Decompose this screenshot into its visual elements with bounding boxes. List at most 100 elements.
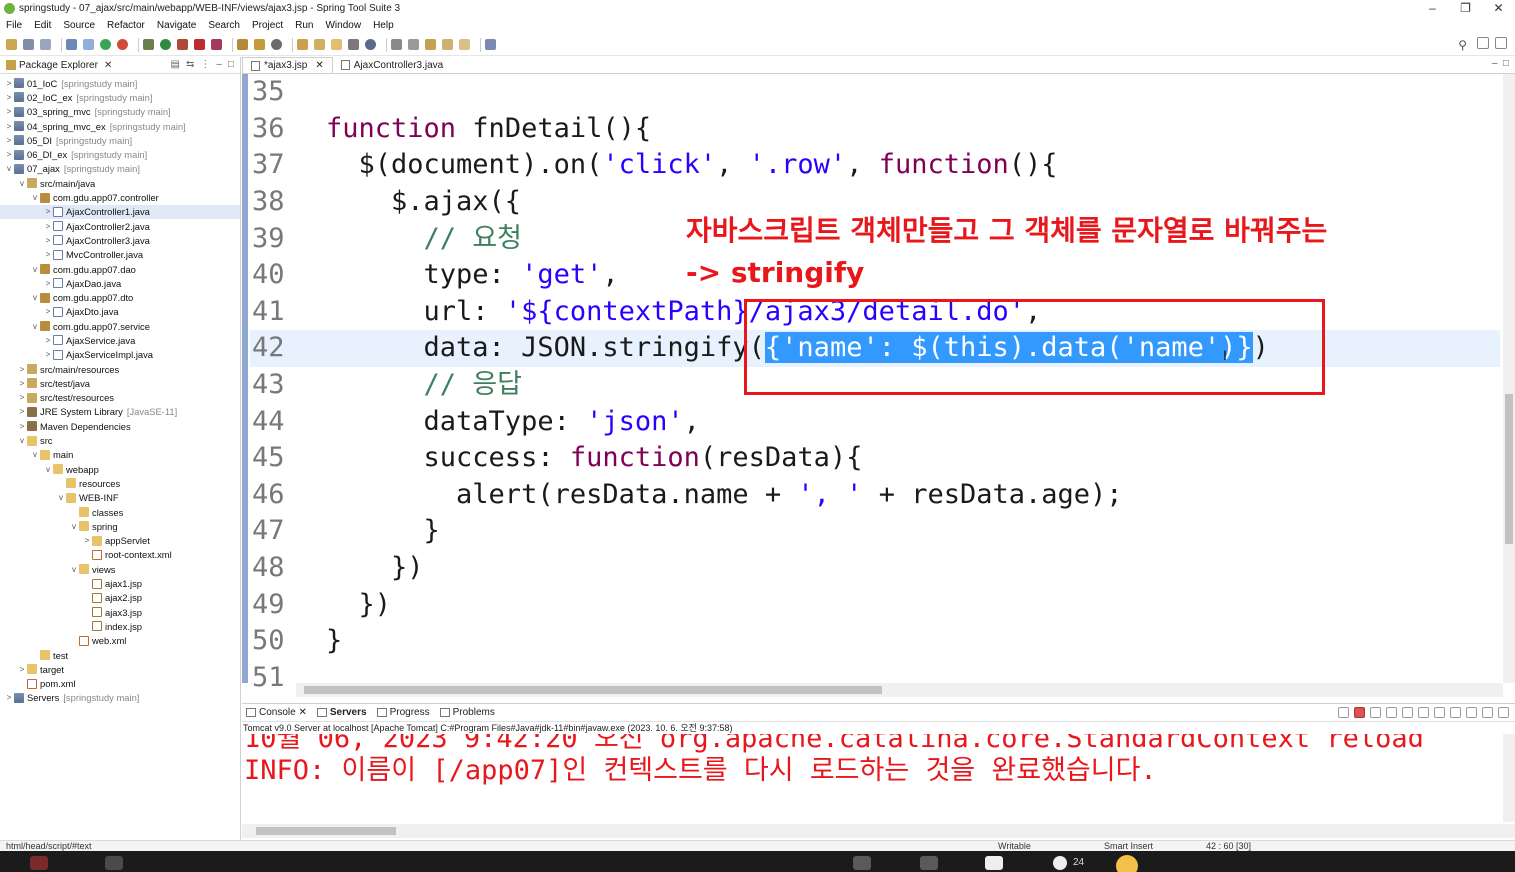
minimize-view-icon[interactable]: – (216, 59, 222, 70)
back-icon[interactable] (442, 39, 453, 50)
collapsed-chevron-icon[interactable]: > (4, 93, 14, 102)
collapsed-chevron-icon[interactable]: > (43, 279, 53, 288)
new-icon[interactable] (6, 39, 17, 50)
tree-item[interactable]: > AjaxDto.java (0, 305, 240, 319)
coverage-icon[interactable] (211, 39, 222, 50)
tab-problems[interactable]: Problems (439, 707, 495, 718)
expanded-chevron-icon[interactable]: v (30, 193, 40, 202)
tree-item[interactable]: >02_IoC_ex [springstudy main] (0, 90, 240, 104)
view-menu-icon[interactable] (1498, 707, 1509, 718)
terminal-icon[interactable] (66, 39, 77, 50)
expanded-chevron-icon[interactable]: v (17, 179, 27, 188)
menu-run[interactable]: Run (295, 20, 313, 31)
scroll-thumb[interactable] (304, 686, 882, 694)
tree-item[interactable]: v views (0, 562, 240, 576)
word-wrap-icon[interactable] (1402, 707, 1413, 718)
collapsed-chevron-icon[interactable]: > (4, 107, 14, 116)
next-annotation-icon[interactable] (391, 39, 402, 50)
expanded-chevron-icon[interactable]: v (69, 565, 79, 574)
chat-icon[interactable] (985, 856, 1003, 870)
collapsed-chevron-icon[interactable]: > (43, 236, 53, 245)
last-edit-icon[interactable] (425, 39, 436, 50)
collapsed-chevron-icon[interactable]: > (17, 407, 27, 416)
collapsed-chevron-icon[interactable]: > (17, 422, 27, 431)
open-perspective-icon[interactable] (1477, 37, 1489, 49)
tree-item[interactable]: v com.gdu.app07.dto (0, 290, 240, 304)
tree-item[interactable]: ajax1.jsp (0, 576, 240, 590)
collapsed-chevron-icon[interactable]: > (4, 693, 14, 702)
expanded-chevron-icon[interactable]: v (17, 436, 27, 445)
collapsed-chevron-icon[interactable]: > (82, 536, 92, 545)
tree-item[interactable]: v com.gdu.app07.service (0, 319, 240, 333)
maximize-view-icon[interactable]: □ (228, 59, 234, 70)
menu-project[interactable]: Project (252, 20, 283, 31)
code-line[interactable]: 49 }) (250, 586, 1500, 623)
collapsed-chevron-icon[interactable]: > (4, 122, 14, 131)
remove-all-icon[interactable] (1370, 707, 1381, 718)
tree-item[interactable]: v com.gdu.app07.dao (0, 262, 240, 276)
terminate-icon[interactable] (1354, 707, 1365, 718)
show-stderr-icon[interactable] (1434, 707, 1445, 718)
package-explorer-tab[interactable]: Package Explorer ✕ ▤ ⇆ ⋮ – □ (0, 57, 240, 74)
code-line[interactable]: 37 $(document).on('click', '.row', funct… (250, 147, 1500, 184)
collapsed-chevron-icon[interactable]: > (17, 365, 27, 374)
open-console-icon[interactable] (1482, 707, 1493, 718)
view-menu-icon[interactable]: ⋮ (200, 59, 210, 70)
tab-servers[interactable]: Servers (316, 707, 367, 718)
tree-item[interactable]: v 07_ajax [springstudy main] (0, 162, 240, 176)
tree-item[interactable]: v src/main/java (0, 176, 240, 190)
debug-icon[interactable] (143, 39, 154, 50)
code-line[interactable]: 48 }) (250, 550, 1500, 587)
tree-item[interactable]: v webapp (0, 462, 240, 476)
code-line[interactable]: 40 type: 'get', (250, 257, 1500, 294)
taskbar-app-icon[interactable] (30, 856, 48, 870)
console-horizontal-scrollbar[interactable] (242, 824, 1515, 838)
tree-item[interactable]: web.xml (0, 634, 240, 648)
menu-window[interactable]: Window (325, 20, 361, 31)
refresh-icon[interactable] (117, 39, 128, 50)
tab-ajaxcontroller3-java[interactable]: AjaxController3.java (333, 57, 452, 73)
collapsed-chevron-icon[interactable]: > (43, 250, 53, 259)
tree-item[interactable]: ajax3.jsp (0, 605, 240, 619)
collapsed-chevron-icon[interactable]: > (43, 350, 53, 359)
skip-breakpoints-icon[interactable] (83, 39, 94, 50)
collapsed-chevron-icon[interactable]: > (17, 393, 27, 402)
code-line[interactable]: 44 dataType: 'json', (250, 403, 1500, 440)
tree-item[interactable]: v WEB-INF (0, 491, 240, 505)
external-tools-icon[interactable] (177, 39, 188, 50)
tree-item[interactable]: > Servers [springstudy main] (0, 691, 240, 705)
close-button[interactable]: ✕ (1482, 0, 1515, 16)
java-ee-perspective-icon[interactable] (1495, 37, 1507, 49)
menu-search[interactable]: Search (208, 20, 240, 31)
menu-refactor[interactable]: Refactor (107, 20, 145, 31)
save-icon[interactable] (23, 39, 34, 50)
participants-icon[interactable] (1053, 856, 1067, 870)
collapse-all-icon[interactable]: ▤ (171, 59, 180, 70)
stop-icon[interactable] (194, 39, 205, 50)
console-vertical-scrollbar[interactable] (1503, 734, 1515, 822)
open-task-icon[interactable] (314, 39, 325, 50)
tree-item[interactable]: > appServlet (0, 534, 240, 548)
tree-item[interactable]: > Maven Dependencies (0, 419, 240, 433)
collapsed-chevron-icon[interactable]: > (17, 379, 27, 388)
tree-item[interactable]: test (0, 648, 240, 662)
tree-item[interactable]: > MvcController.java (0, 248, 240, 262)
menu-source[interactable]: Source (63, 20, 95, 31)
pencil-icon[interactable] (331, 39, 342, 50)
tree-item[interactable]: index.jsp (0, 619, 240, 633)
globe-icon[interactable] (365, 39, 376, 50)
tree-item[interactable]: >04_spring_mvc_ex [springstudy main] (0, 119, 240, 133)
tree-item[interactable]: > AjaxController2.java (0, 219, 240, 233)
expanded-chevron-icon[interactable]: v (69, 522, 79, 531)
collapsed-chevron-icon[interactable]: > (4, 136, 14, 145)
tab-progress[interactable]: Progress (376, 707, 430, 718)
pin-editor-icon[interactable] (485, 39, 496, 50)
menu-edit[interactable]: Edit (34, 20, 51, 31)
collapsed-chevron-icon[interactable]: > (43, 222, 53, 231)
settings-icon[interactable] (271, 39, 282, 50)
video-icon[interactable] (853, 856, 871, 870)
pin-console-icon[interactable] (1450, 707, 1461, 718)
run-icon[interactable] (160, 39, 171, 50)
collapsed-chevron-icon[interactable]: > (43, 307, 53, 316)
tree-item[interactable]: > JRE System Library [JavaSE-11] (0, 405, 240, 419)
